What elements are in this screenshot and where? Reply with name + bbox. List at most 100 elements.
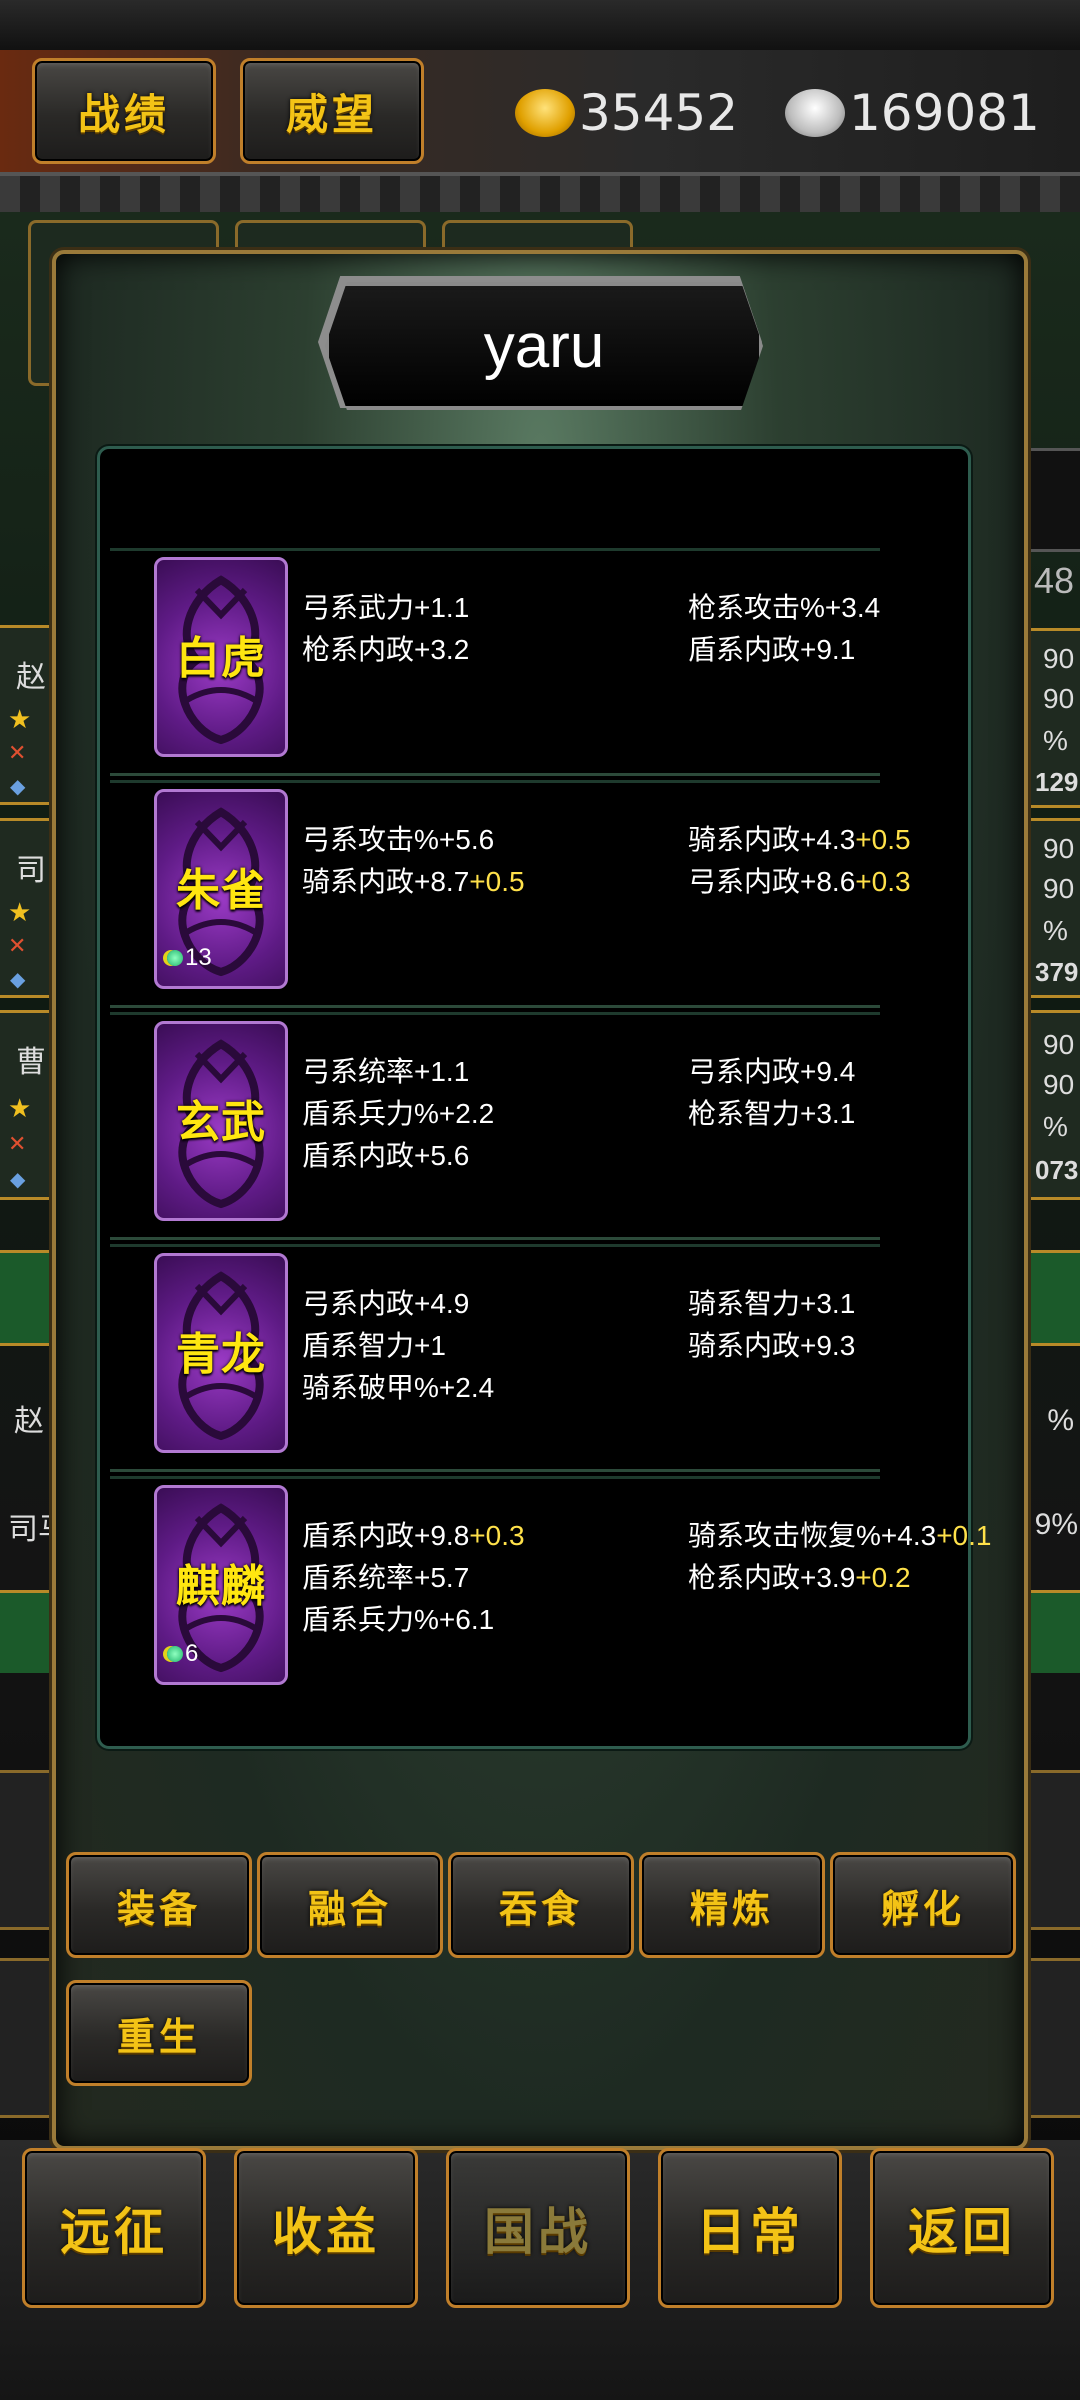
stat-line: 弓系内政+8.6+0.3 bbox=[688, 861, 911, 903]
background-text: 90 bbox=[1043, 683, 1075, 714]
equip-button[interactable]: 装备 bbox=[66, 1852, 252, 1958]
stat-text: 骑系内政+4.3 bbox=[688, 824, 856, 855]
background-text: 379 bbox=[1035, 957, 1079, 987]
level-value: 6 bbox=[185, 1640, 199, 1667]
beast-icon-qilin[interactable]: 麒麟 6 bbox=[154, 1485, 288, 1685]
beast-name: 玄武 bbox=[176, 1097, 266, 1148]
stat-text: 盾系兵力%+6.1 bbox=[302, 1604, 495, 1635]
background-green-bar bbox=[0, 1590, 60, 1673]
beast-row[interactable]: 白虎 弓系武力+1.1 枪系内政+3.2 枪系攻击%+3.4 盾系内政+9.1 bbox=[110, 548, 880, 776]
income-nav-button[interactable]: 收益 bbox=[234, 2148, 418, 2308]
shield-icon: ◆ bbox=[10, 776, 26, 798]
level-badge: 13 bbox=[167, 944, 212, 972]
stat-text: 枪系攻击%+3.4 bbox=[688, 592, 881, 623]
background-text: 90 bbox=[1043, 873, 1075, 904]
refine-button[interactable]: 精炼 bbox=[639, 1852, 825, 1958]
sword-icon: ✕ bbox=[8, 740, 27, 765]
rebirth-button[interactable]: 重生 bbox=[66, 1980, 252, 2086]
background-text: 赵 bbox=[14, 1405, 44, 1438]
stat-text: 盾系兵力%+2.2 bbox=[302, 1098, 495, 1129]
stat-text: 弓系攻击%+5.6 bbox=[302, 824, 495, 855]
background-text: 129 bbox=[1035, 767, 1079, 797]
stat-line: 骑系内政+4.3+0.5 bbox=[688, 819, 911, 861]
background-text: % bbox=[1043, 1111, 1068, 1142]
stat-line: 盾系内政+9.8+0.3 bbox=[302, 1515, 525, 1557]
stat-line: 弓系攻击%+5.6 bbox=[302, 819, 494, 861]
beast-name: 青龙 bbox=[176, 1329, 266, 1380]
background-text: 90 bbox=[1043, 833, 1075, 864]
devour-button[interactable]: 吞食 bbox=[448, 1852, 634, 1958]
stat-line: 枪系攻击%+3.4 bbox=[688, 587, 880, 629]
stat-line: 弓系统率+1.1 bbox=[302, 1051, 469, 1093]
background-green-bar bbox=[1028, 1590, 1080, 1673]
background-text: 司 bbox=[16, 854, 46, 887]
stat-line: 弓系武力+1.1 bbox=[302, 587, 469, 629]
level-badge: 6 bbox=[167, 1640, 198, 1668]
stat-line: 盾系统率+5.7 bbox=[302, 1557, 469, 1599]
beast-icon-azure-dragon[interactable]: 青龙 bbox=[154, 1253, 288, 1453]
stat-line: 盾系兵力%+2.2 bbox=[302, 1093, 494, 1135]
stat-text: 枪系智力+3.1 bbox=[688, 1098, 856, 1129]
header-border-pattern bbox=[0, 176, 1080, 212]
background-text: 90 bbox=[1043, 1029, 1075, 1060]
stat-bonus: +0.3 bbox=[469, 1520, 525, 1551]
background-right-box bbox=[1028, 448, 1080, 552]
stat-text: 盾系统率+5.7 bbox=[302, 1562, 470, 1593]
stat-line: 枪系内政+3.2 bbox=[302, 629, 469, 671]
stat-line: 弓系内政+9.4 bbox=[688, 1051, 855, 1093]
shield-icon: ◆ bbox=[10, 969, 26, 991]
stat-text: 弓系统率+1.1 bbox=[302, 1056, 470, 1087]
stat-text: 盾系内政+5.6 bbox=[302, 1140, 470, 1171]
beast-icon-black-tortoise[interactable]: 玄武 bbox=[154, 1021, 288, 1221]
stat-bonus: +0.2 bbox=[855, 1562, 911, 1593]
return-nav-button[interactable]: 返回 bbox=[870, 2148, 1054, 2308]
background-text: 90 bbox=[1043, 1069, 1075, 1100]
top-bar-background bbox=[0, 0, 1080, 50]
background-text: 赵 bbox=[16, 661, 46, 694]
beast-name: 朱雀 bbox=[176, 865, 266, 916]
dialog-title: yaru bbox=[325, 282, 763, 410]
fuse-button[interactable]: 融合 bbox=[257, 1852, 443, 1958]
national-war-nav-button[interactable]: 国战 bbox=[446, 2148, 630, 2308]
star-icon: ★ bbox=[8, 1093, 32, 1123]
stat-line: 盾系兵力%+6.1 bbox=[302, 1599, 494, 1641]
stat-text: 骑系破甲%+2.4 bbox=[302, 1372, 495, 1403]
star-icon: ★ bbox=[8, 704, 32, 734]
beast-row[interactable]: 朱雀 13 弓系攻击%+5.6 骑系内政+8.7+0.5 骑系内政+4.3+0.… bbox=[110, 780, 911, 1008]
prestige-button[interactable]: 威望 bbox=[240, 58, 424, 164]
stat-line: 骑系内政+9.3 bbox=[688, 1325, 855, 1367]
star-icon: ★ bbox=[8, 897, 32, 927]
beast-icon-vermilion-bird[interactable]: 朱雀 13 bbox=[154, 789, 288, 989]
gold-amount: 35452 bbox=[579, 84, 739, 142]
background-text: % bbox=[1043, 915, 1068, 946]
stat-line: 骑系智力+3.1 bbox=[688, 1283, 855, 1325]
shield-icon: ◆ bbox=[10, 1169, 26, 1191]
silver-ingot-icon bbox=[785, 89, 845, 137]
background-text: % bbox=[1043, 725, 1068, 756]
stat-text: 弓系内政+8.6 bbox=[688, 866, 856, 897]
beast-row[interactable]: 麒麟 6 盾系内政+9.8+0.3 盾系统率+5.7 盾系兵力%+6.1 骑系攻… bbox=[110, 1476, 991, 1701]
beast-row[interactable]: 玄武 弓系统率+1.1 盾系兵力%+2.2 盾系内政+5.6 弓系内政+9.4 … bbox=[110, 1012, 880, 1240]
gem-icon bbox=[167, 950, 183, 966]
stat-line: 骑系内政+8.7+0.5 bbox=[302, 861, 525, 903]
daily-nav-button[interactable]: 日常 bbox=[658, 2148, 842, 2308]
stat-line: 盾系内政+5.6 bbox=[302, 1135, 469, 1177]
hatch-button[interactable]: 孵化 bbox=[830, 1852, 1016, 1958]
expedition-nav-button[interactable]: 远征 bbox=[22, 2148, 206, 2308]
stat-line: 盾系智力+1 bbox=[302, 1325, 446, 1367]
beast-row[interactable]: 青龙 弓系内政+4.9 盾系智力+1 骑系破甲%+2.4 骑系智力+3.1 骑系… bbox=[110, 1244, 880, 1472]
stat-text: 骑系攻击恢复%+4.3 bbox=[688, 1520, 937, 1551]
beast-name: 白虎 bbox=[176, 633, 266, 684]
background-text: 48 bbox=[1033, 560, 1074, 601]
background-text: % bbox=[1047, 1404, 1074, 1437]
record-button[interactable]: 战绩 bbox=[32, 58, 216, 164]
gem-icon bbox=[167, 1646, 183, 1662]
stat-line: 弓系内政+4.9 bbox=[302, 1283, 469, 1325]
gold-counter: 35452 bbox=[515, 84, 738, 142]
beast-icon-white-tiger[interactable]: 白虎 bbox=[154, 557, 288, 757]
stat-line: 枪系智力+3.1 bbox=[688, 1093, 855, 1135]
sword-icon: ✕ bbox=[8, 1131, 27, 1156]
beast-name: 麒麟 bbox=[176, 1561, 266, 1612]
background-text: 9% bbox=[1034, 1508, 1078, 1541]
stat-line: 枪系内政+3.9+0.2 bbox=[688, 1557, 911, 1599]
